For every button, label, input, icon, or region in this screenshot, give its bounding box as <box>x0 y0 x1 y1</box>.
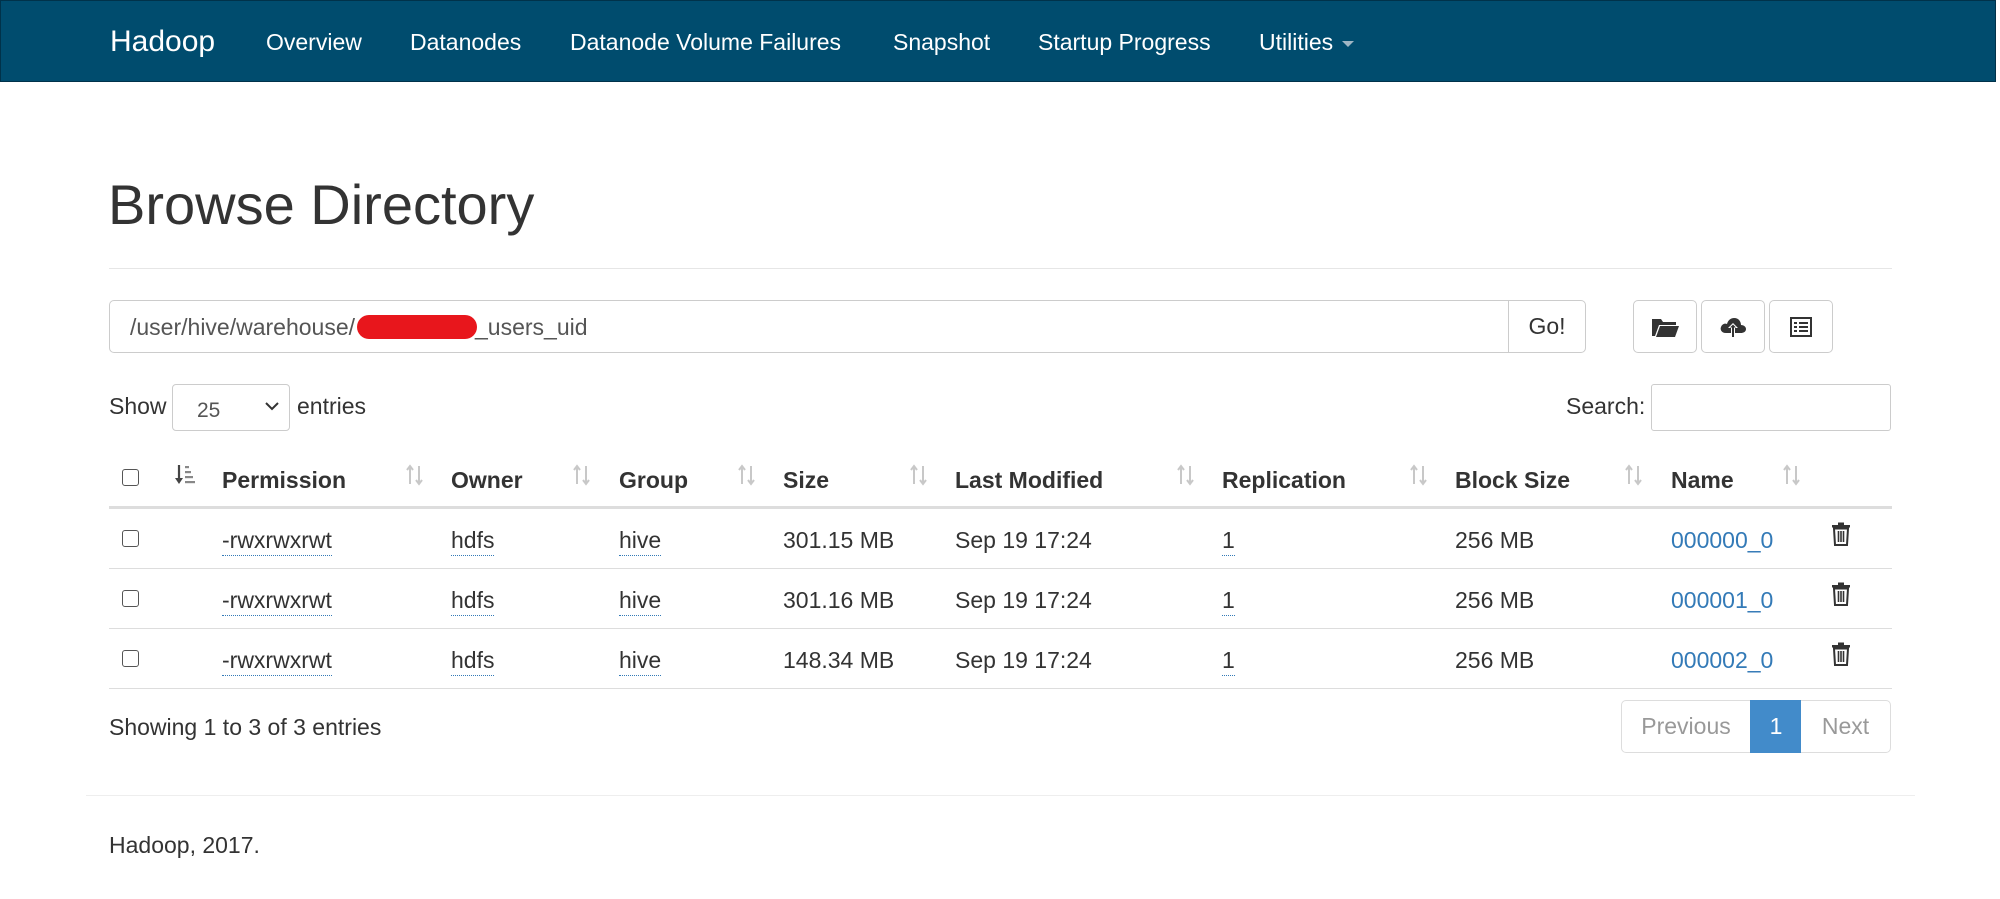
top-navbar: Hadoop Overview Datanodes Datanode Volum… <box>0 0 1996 82</box>
nav-snapshot[interactable]: Snapshot <box>893 29 990 56</box>
redaction-mark <box>357 315 478 339</box>
footer-divider <box>86 795 1915 796</box>
sort-both-icon[interactable] <box>909 463 929 487</box>
block-size-cell: 256 MB <box>1455 587 1535 613</box>
nav-datanode-volume-failures[interactable]: Datanode Volume Failures <box>570 29 841 56</box>
sort-both-icon[interactable] <box>1782 463 1802 487</box>
show-label: Show <box>109 393 167 419</box>
row-select-checkbox[interactable] <box>122 590 139 607</box>
search-input[interactable] <box>1651 384 1891 431</box>
trash-icon[interactable] <box>1831 642 1851 666</box>
search-label: Search: <box>1566 393 1646 419</box>
create-directory-button[interactable] <box>1633 300 1697 353</box>
brand-link[interactable]: Hadoop <box>110 25 215 59</box>
folder-open-icon <box>1652 318 1679 337</box>
nav-startup-progress[interactable]: Startup Progress <box>1038 29 1211 56</box>
page-title: Browse Directory <box>108 173 535 236</box>
owner-cell[interactable]: hdfs <box>451 647 495 676</box>
sort-both-icon[interactable] <box>1176 463 1196 487</box>
size-cell: 301.16 MB <box>783 587 895 613</box>
permission-cell[interactable]: -rwxrwxrwt <box>222 587 332 616</box>
row-divider <box>109 568 1892 569</box>
entries-label: entries <box>297 393 367 419</box>
trash-icon[interactable] <box>1831 582 1851 606</box>
last-modified-cell: Sep 19 17:24 <box>955 587 1092 613</box>
file-name-link[interactable]: 000001_0 <box>1671 587 1773 614</box>
nav-datanodes[interactable]: Datanodes <box>410 29 521 56</box>
directory-path-input[interactable]: /user/hive/warehouse/ _users_uid <box>109 300 1509 353</box>
sort-desc-icon[interactable] <box>174 463 196 487</box>
last-modified-cell: Sep 19 17:24 <box>955 527 1092 553</box>
path-suffix: _users_uid <box>475 314 588 340</box>
permission-cell[interactable]: -rwxrwxrwt <box>222 527 332 556</box>
page-1-button[interactable]: 1 <box>1750 700 1802 753</box>
trash-icon[interactable] <box>1831 522 1851 546</box>
caret-down-icon <box>1342 40 1355 47</box>
previous-page-button[interactable]: Previous <box>1621 700 1751 753</box>
entries-per-page-select[interactable]: 25 <box>172 384 290 431</box>
group-cell[interactable]: hive <box>619 527 662 556</box>
replication-cell[interactable]: 1 <box>1222 587 1235 616</box>
size-cell: 301.15 MB <box>783 527 895 553</box>
file-name-link[interactable]: 000000_0 <box>1671 527 1773 554</box>
cloud-upload-icon <box>1720 317 1746 337</box>
block-size-cell: 256 MB <box>1455 647 1535 673</box>
next-page-button[interactable]: Next <box>1801 700 1891 753</box>
size-cell: 148.34 MB <box>783 647 895 673</box>
sort-both-icon[interactable] <box>737 463 757 487</box>
last-modified-cell: Sep 19 17:24 <box>955 647 1092 673</box>
table-info: Showing 1 to 3 of 3 entries <box>109 714 382 740</box>
replication-cell[interactable]: 1 <box>1222 527 1235 556</box>
row-divider <box>109 628 1892 629</box>
column-header-block-size[interactable]: Block Size <box>1455 467 1570 494</box>
table-header-divider <box>109 506 1892 509</box>
view-listing-button[interactable] <box>1769 300 1833 353</box>
column-header-owner[interactable]: Owner <box>451 467 523 494</box>
sort-both-icon[interactable] <box>405 463 425 487</box>
group-cell[interactable]: hive <box>619 647 662 676</box>
path-prefix: /user/hive/warehouse/ <box>130 314 356 340</box>
block-size-cell: 256 MB <box>1455 527 1535 553</box>
row-select-checkbox[interactable] <box>122 650 139 667</box>
owner-cell[interactable]: hdfs <box>451 527 495 556</box>
sort-both-icon[interactable] <box>1409 463 1429 487</box>
nav-utilities-label: Utilities <box>1259 29 1334 55</box>
nav-overview[interactable]: Overview <box>266 29 362 56</box>
group-cell[interactable]: hive <box>619 587 662 616</box>
path-text: /user/hive/warehouse/ _users_uid <box>130 314 588 341</box>
column-header-replication[interactable]: Replication <box>1222 467 1346 494</box>
footer-copyright: Hadoop, 2017. <box>109 832 260 858</box>
title-divider <box>109 268 1892 269</box>
file-name-link[interactable]: 000002_0 <box>1671 647 1773 674</box>
column-header-permission[interactable]: Permission <box>222 467 346 494</box>
row-select-checkbox[interactable] <box>122 530 139 547</box>
column-header-name[interactable]: Name <box>1671 467 1734 494</box>
permission-cell[interactable]: -rwxrwxrwt <box>222 647 332 676</box>
nav-utilities-dropdown[interactable]: Utilities <box>1259 29 1355 56</box>
go-button[interactable]: Go! <box>1508 300 1586 353</box>
row-divider <box>109 688 1892 689</box>
column-header-last-modified[interactable]: Last Modified <box>955 467 1103 494</box>
column-header-size[interactable]: Size <box>783 467 829 494</box>
chevron-down-icon <box>265 402 279 411</box>
list-icon <box>1790 316 1812 337</box>
entries-value: 25 <box>197 399 221 422</box>
column-header-group[interactable]: Group <box>619 467 688 494</box>
select-all-checkbox[interactable] <box>122 469 139 486</box>
replication-cell[interactable]: 1 <box>1222 647 1235 676</box>
sort-both-icon[interactable] <box>1624 463 1644 487</box>
sort-both-icon[interactable] <box>572 463 592 487</box>
owner-cell[interactable]: hdfs <box>451 587 495 616</box>
upload-files-button[interactable] <box>1701 300 1765 353</box>
